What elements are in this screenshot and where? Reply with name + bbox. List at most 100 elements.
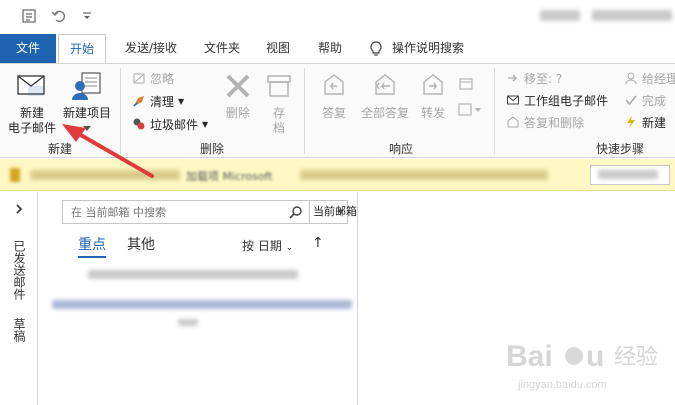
info-bar-text-blurred bbox=[30, 170, 180, 180]
folder-drafts[interactable]: 草稿 bbox=[11, 318, 28, 342]
search-input[interactable] bbox=[63, 201, 281, 223]
clean-up-dropdown-icon: ▼ bbox=[178, 96, 185, 106]
quick-steps-group-label: 快速步骤 bbox=[595, 142, 644, 156]
chevron-down-icon: ⌄ bbox=[285, 243, 294, 253]
forward-button[interactable]: 转发 bbox=[414, 70, 452, 130]
delete-icon bbox=[226, 74, 250, 98]
reply-button[interactable]: 答复 bbox=[312, 70, 356, 130]
info-bar-icon bbox=[10, 168, 20, 182]
new-items-dropdown-icon[interactable] bbox=[83, 126, 91, 132]
title-bar bbox=[0, 0, 675, 34]
ignore-label: 忽略 bbox=[150, 71, 175, 86]
tab-other[interactable]: 其他 bbox=[127, 234, 155, 258]
info-bar: 加载项 Microsoft bbox=[0, 159, 675, 191]
sort-by-date-dropdown[interactable]: 按 日期 ⌄ bbox=[242, 237, 293, 254]
send-receive-all-icon[interactable] bbox=[18, 6, 40, 26]
mail-list-pane: 当前邮箱 ▼ 重点 其他 按 日期 ⌄ ↑ bbox=[38, 192, 358, 405]
tell-me-search[interactable]: 操作说明搜索 bbox=[392, 34, 476, 63]
folder-rail: 已发送邮件 草稿 bbox=[0, 192, 38, 405]
archive-button[interactable]: 存 档 bbox=[262, 70, 296, 136]
archive-label-1: 存 bbox=[272, 106, 285, 120]
reply-all-icon bbox=[375, 74, 395, 95]
tab-view[interactable]: 视图 bbox=[256, 34, 300, 63]
delete-button[interactable]: 删除 bbox=[218, 70, 258, 134]
ignore-icon bbox=[132, 71, 146, 85]
tab-focused[interactable]: 重点 bbox=[78, 234, 106, 258]
svg-text:u: u bbox=[586, 340, 604, 373]
clean-up-button[interactable]: 清理 ▼ bbox=[132, 93, 184, 109]
junk-label: 垃圾邮件 bbox=[150, 117, 199, 132]
new-email-button[interactable]: 新建 电子邮件 bbox=[6, 68, 58, 138]
to-manager-icon bbox=[624, 71, 638, 85]
new-email-icon bbox=[17, 75, 45, 96]
search-scope-chevron-icon[interactable]: ▼ bbox=[338, 208, 343, 216]
group-divider bbox=[494, 68, 495, 154]
new-items-button[interactable]: 新建项目 bbox=[60, 68, 114, 138]
group-divider bbox=[304, 68, 305, 154]
to-manager-label: 给经理 bbox=[642, 71, 675, 86]
more-respond-icon[interactable] bbox=[458, 102, 482, 118]
meeting-reply-icon[interactable] bbox=[458, 76, 474, 92]
tab-help[interactable]: 帮助 bbox=[308, 34, 352, 63]
delete-label: 删除 bbox=[225, 106, 250, 120]
archive-icon bbox=[267, 75, 291, 97]
tab-send-receive[interactable]: 发送/接收 bbox=[114, 34, 188, 63]
quick-steps-gallery[interactable]: 移至: ? 工作组电子邮件 答复和删除 给经理 完成 新建 bbox=[502, 68, 675, 134]
lightbulb-icon[interactable] bbox=[366, 34, 386, 63]
junk-icon bbox=[132, 117, 146, 131]
baidu-watermark-logo: Bai u 经验 jingyan.baidu.com bbox=[506, 340, 658, 391]
ribbon-tabs: 文件 开始 发送/接收 文件夹 视图 帮助 操作说明搜索 bbox=[0, 34, 675, 64]
info-bar-text-blurred-2 bbox=[300, 170, 548, 180]
quick-step-team-email[interactable]: 工作组电子邮件 bbox=[506, 92, 608, 108]
lightning-icon bbox=[624, 115, 638, 129]
quick-step-create-new[interactable]: 新建 bbox=[624, 114, 666, 130]
list-item-preview-blurred bbox=[178, 319, 198, 326]
reply-delete-label: 答复和删除 bbox=[524, 115, 585, 130]
sort-direction-button[interactable]: ↑ bbox=[312, 235, 324, 251]
undo-icon[interactable] bbox=[48, 6, 70, 26]
list-item-sender-blurred bbox=[88, 270, 298, 279]
create-new-label: 新建 bbox=[642, 115, 667, 130]
clean-up-label: 清理 bbox=[150, 94, 175, 109]
tab-home[interactable]: 开始 bbox=[58, 34, 106, 64]
new-items-icon bbox=[72, 72, 101, 100]
expand-folder-pane-icon[interactable] bbox=[12, 202, 26, 216]
search-scope-label: 当前邮箱 bbox=[313, 205, 357, 218]
ignore-button[interactable]: 忽略 bbox=[132, 70, 174, 86]
window-title-blurred bbox=[592, 10, 672, 21]
junk-button[interactable]: 垃圾邮件 ▼ bbox=[132, 116, 208, 132]
delete-group-label: 删除 bbox=[199, 142, 224, 156]
tab-focused-underline bbox=[78, 256, 106, 258]
done-label: 完成 bbox=[642, 93, 667, 108]
new-group-label: 新建 bbox=[47, 142, 72, 156]
tab-focused-label: 重点 bbox=[78, 237, 106, 253]
archive-label-2: 档 bbox=[272, 121, 285, 135]
svg-text:jingyan.baidu.com: jingyan.baidu.com bbox=[517, 379, 607, 391]
respond-group-label: 响应 bbox=[388, 142, 413, 156]
reply-all-button[interactable]: 全部答复 bbox=[356, 70, 414, 130]
reply-all-label: 全部答复 bbox=[360, 106, 409, 120]
svg-text:经验: 经验 bbox=[614, 345, 658, 370]
move-to-label: 移至: ? bbox=[524, 71, 563, 86]
list-item[interactable] bbox=[38, 262, 358, 332]
list-item-subject-blurred bbox=[52, 300, 352, 309]
new-email-label-2: 电子邮件 bbox=[7, 121, 56, 135]
customize-toolbar-icon[interactable] bbox=[78, 6, 96, 26]
search-box[interactable] bbox=[62, 200, 310, 224]
reply-delete-icon bbox=[506, 115, 520, 129]
quick-step-move-to[interactable]: 移至: ? bbox=[506, 70, 562, 86]
tab-file[interactable]: 文件 bbox=[0, 34, 56, 63]
search-icon[interactable] bbox=[289, 205, 303, 219]
tab-folder[interactable]: 文件夹 bbox=[196, 34, 248, 63]
checkmark-icon bbox=[624, 93, 638, 107]
forward-icon bbox=[423, 74, 443, 95]
new-items-label: 新建项目 bbox=[62, 106, 111, 120]
new-email-label-1: 新建 bbox=[19, 106, 44, 120]
folder-sent-items[interactable]: 已发送邮件 bbox=[11, 240, 28, 300]
team-email-icon bbox=[506, 93, 520, 107]
quick-step-reply-delete[interactable]: 答复和删除 bbox=[506, 114, 584, 130]
quick-step-done[interactable]: 完成 bbox=[624, 92, 666, 108]
quick-step-to-manager[interactable]: 给经理 bbox=[624, 70, 675, 86]
team-email-label: 工作组电子邮件 bbox=[524, 93, 609, 108]
svg-text:Bai: Bai bbox=[506, 340, 553, 373]
